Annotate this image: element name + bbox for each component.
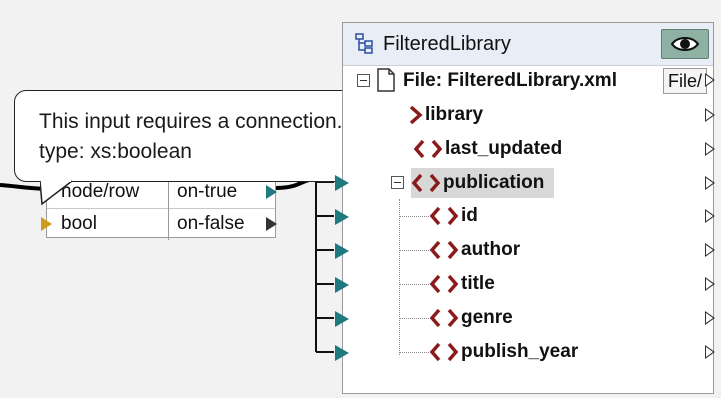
connection-tooltip: This input requires a connection. type: … bbox=[14, 90, 390, 182]
tree-item-label: last_updated bbox=[445, 138, 563, 159]
tree-item-label: author bbox=[461, 239, 521, 260]
tree-item-last-updated[interactable]: last_updated bbox=[413, 134, 562, 164]
element-icon bbox=[429, 342, 459, 362]
filter-row-bool: bool on-false bbox=[47, 208, 275, 240]
tree-item-label: genre bbox=[461, 307, 513, 328]
preview-eye-button[interactable] bbox=[661, 29, 709, 59]
input-connector-icon[interactable] bbox=[335, 345, 349, 361]
tree-item-label: publish_year bbox=[461, 341, 579, 362]
component-title-bar[interactable]: FilteredLibrary bbox=[343, 23, 713, 66]
output-connector-icon[interactable] bbox=[705, 243, 715, 257]
filtered-library-component[interactable]: FilteredLibrary File: FilteredLibrary.xm… bbox=[335, 22, 715, 394]
element-icon bbox=[429, 274, 459, 294]
output-connector-icon[interactable] bbox=[705, 108, 715, 122]
file-label: File: FilteredLibrary.xml bbox=[403, 70, 617, 91]
input-connector-icon[interactable] bbox=[335, 209, 349, 225]
tree-item-library[interactable]: library bbox=[407, 100, 483, 130]
element-icon bbox=[411, 173, 441, 193]
element-icon bbox=[413, 139, 443, 159]
tree-item-genre[interactable]: genre bbox=[429, 303, 513, 333]
file-button[interactable]: File/ bbox=[663, 68, 707, 94]
collapse-publication-toggle-icon[interactable] bbox=[391, 176, 404, 189]
element-icon bbox=[409, 105, 423, 125]
element-icon bbox=[429, 308, 459, 328]
tooltip-tail bbox=[40, 180, 73, 206]
output-connector-icon[interactable] bbox=[705, 142, 715, 156]
document-icon bbox=[377, 68, 395, 92]
eye-icon bbox=[670, 37, 700, 51]
tree-item-author[interactable]: author bbox=[429, 235, 520, 265]
element-icon bbox=[429, 206, 459, 226]
on-true-output-connector-icon[interactable] bbox=[266, 185, 277, 199]
bool-input-connector-icon[interactable] bbox=[41, 217, 52, 231]
tree-item-label: publication bbox=[443, 172, 545, 193]
tooltip-type: type: xs:boolean bbox=[39, 140, 192, 163]
input-connector-icon[interactable] bbox=[335, 311, 349, 327]
tree-guide-line bbox=[399, 199, 400, 355]
collapse-file-toggle-icon[interactable] bbox=[357, 74, 370, 87]
output-connector-icon[interactable] bbox=[705, 209, 715, 223]
tree-item-id[interactable]: id bbox=[429, 201, 478, 231]
tree-item-label: id bbox=[461, 205, 478, 226]
element-icon bbox=[429, 240, 459, 260]
input-connector-icon[interactable] bbox=[335, 175, 349, 191]
on-false-output-label[interactable]: on-false bbox=[169, 208, 275, 240]
tree-item-title[interactable]: title bbox=[429, 269, 495, 299]
tree-item-publish-year[interactable]: publish_year bbox=[429, 337, 578, 367]
component-title: FilteredLibrary bbox=[383, 33, 511, 55]
output-connector-icon[interactable] bbox=[705, 345, 715, 359]
bool-input-label[interactable]: bool bbox=[47, 208, 169, 240]
output-connector-icon[interactable] bbox=[705, 176, 715, 190]
output-connector-icon[interactable] bbox=[705, 277, 715, 291]
tree-item-label: title bbox=[461, 273, 495, 294]
tooltip-message: This input requires a connection. bbox=[39, 110, 343, 133]
output-connector-icon[interactable] bbox=[705, 73, 715, 87]
xml-tree-icon bbox=[355, 33, 373, 54]
on-false-output-connector-icon[interactable] bbox=[266, 217, 277, 231]
input-connector-icon[interactable] bbox=[335, 277, 349, 293]
tree-item-label: library bbox=[425, 104, 484, 125]
input-connector-icon[interactable] bbox=[335, 243, 349, 259]
tree-item-publication[interactable]: publication bbox=[411, 168, 555, 198]
output-connector-icon[interactable] bbox=[705, 311, 715, 325]
